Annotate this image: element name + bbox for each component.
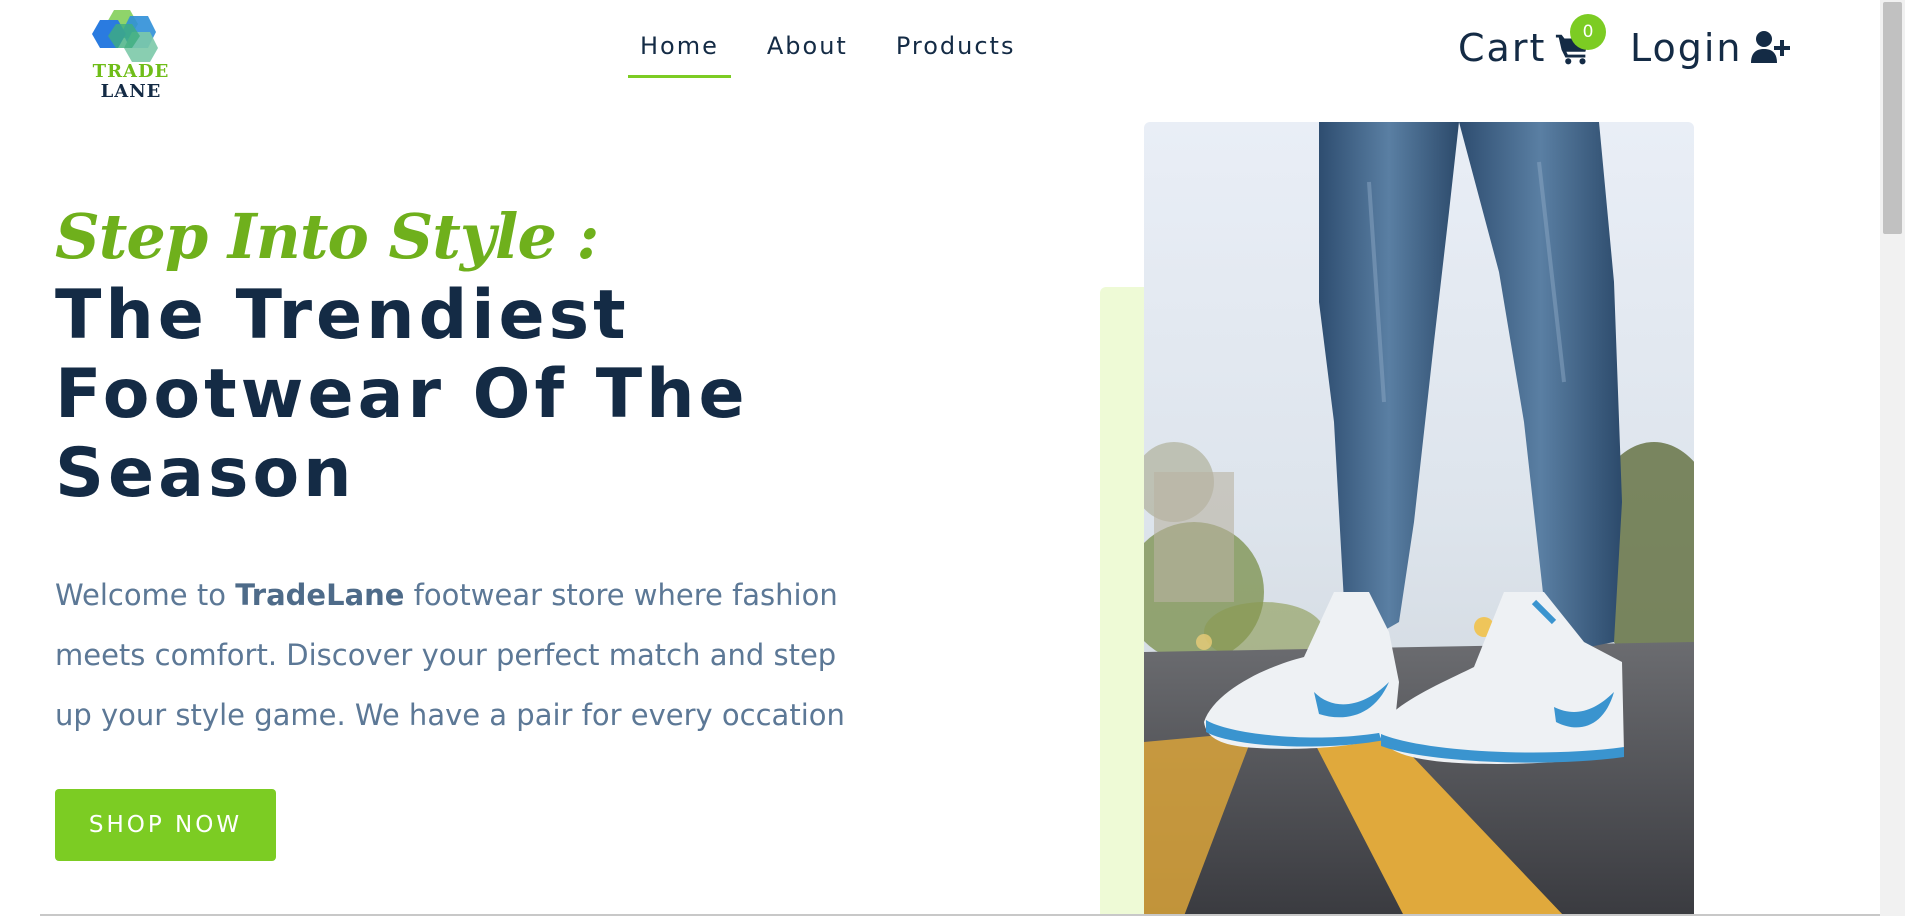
hero-intro: Welcome to TradeLane footwear store wher… [55, 565, 845, 745]
cart-link[interactable]: Cart 0 [1458, 14, 1606, 74]
login-link[interactable]: Login [1630, 22, 1791, 74]
logo-text-trade: TRADE [92, 61, 170, 82]
user-plus-icon [1750, 31, 1790, 63]
vertical-scrollbar[interactable] [1880, 0, 1905, 916]
nav-item-home[interactable]: Home [628, 28, 731, 78]
hero-tagline: Step Into Style : [55, 200, 599, 273]
nav-item-about[interactable]: About [755, 28, 860, 78]
logo-hexagon-icon [92, 10, 158, 62]
hero-headline: The Trendiest Footwear Of The Season [55, 276, 835, 513]
cart-label: Cart [1458, 26, 1547, 70]
login-label: Login [1630, 26, 1743, 70]
hero-sneakers-image [1144, 122, 1694, 916]
shop-now-button[interactable]: SHOP NOW [55, 789, 276, 861]
main-nav: Home About Products [628, 28, 1051, 80]
cart-count-badge: 0 [1570, 14, 1606, 50]
intro-brand-name: TradeLane [235, 578, 405, 612]
headline-line-3: Season [55, 434, 356, 513]
brand-logo[interactable]: TRADE LANE [92, 4, 170, 104]
headline-line-2: Footwear Of The [55, 355, 749, 434]
headline-line-1: The Trendiest [55, 276, 630, 355]
scrollbar-thumb[interactable] [1883, 2, 1902, 234]
logo-text-lane: LANE [100, 81, 162, 102]
intro-text-start: Welcome to [55, 578, 236, 612]
hero-accent-panel [1100, 287, 1146, 916]
nav-item-products[interactable]: Products [884, 28, 1028, 78]
